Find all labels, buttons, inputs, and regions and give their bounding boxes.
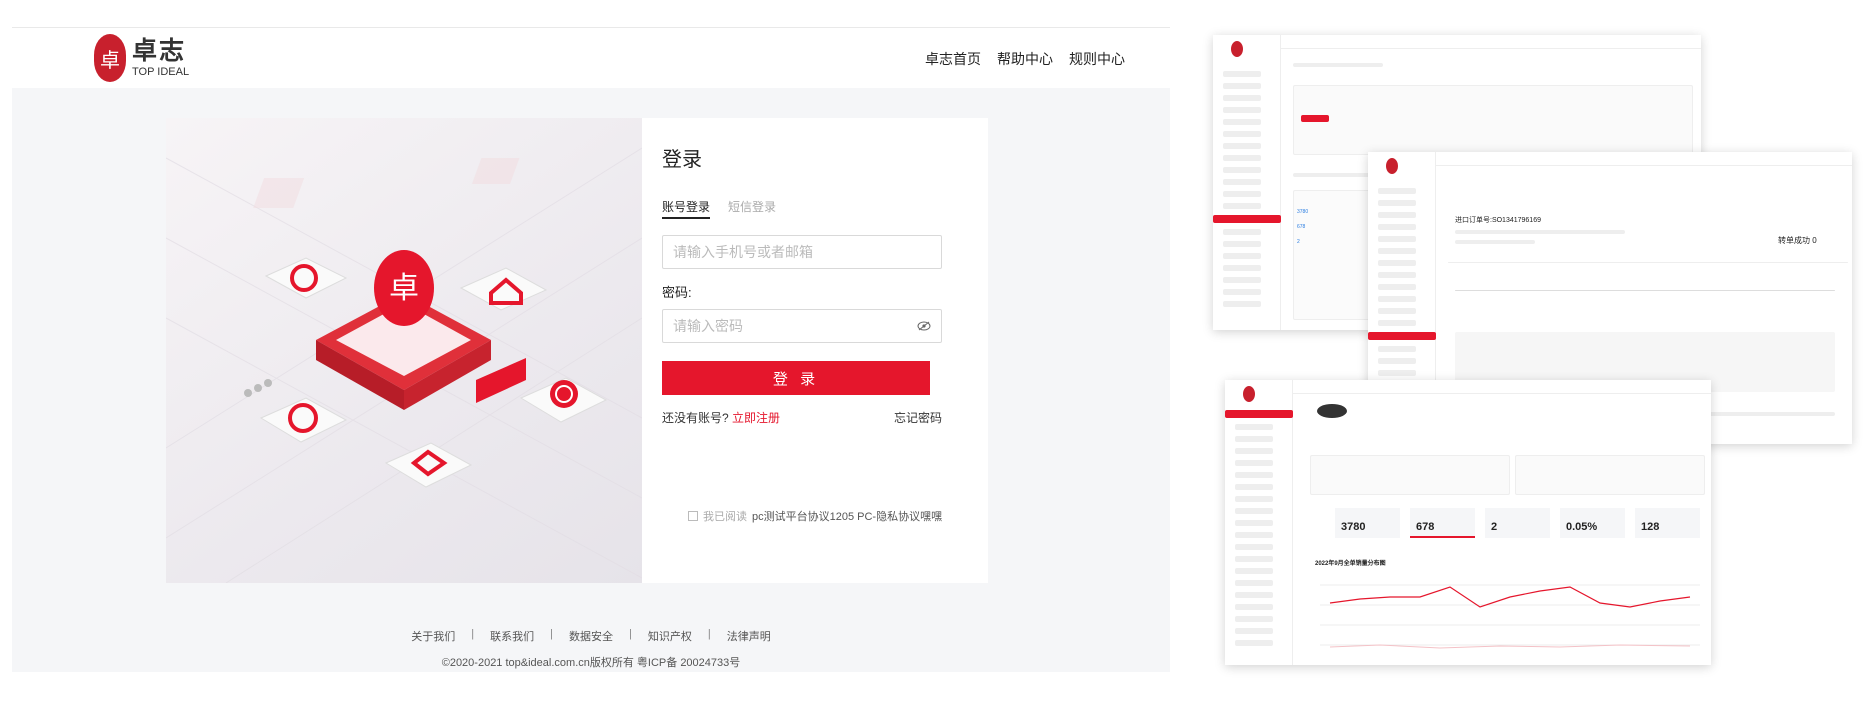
nav-help[interactable]: 帮助中心 xyxy=(997,49,1053,69)
logo-name-cn: 卓志 xyxy=(132,36,187,65)
isometric-illustration: 卓 xyxy=(166,118,642,583)
footer-link-legal[interactable]: 法律声明 xyxy=(727,628,771,644)
tab-sms-login[interactable]: 短信登录 xyxy=(728,198,776,219)
footer-links: 关于我们 | 联系我们 | 数据安全 | 知识产权 | 法律声明 xyxy=(411,628,771,644)
logo[interactable]: 卓 卓志 TOP IDEAL xyxy=(94,34,189,82)
kpi-5: 128 xyxy=(1641,521,1660,533)
preview1-stat-1: 3780 xyxy=(1297,209,1309,215)
logo-name-en: TOP IDEAL xyxy=(132,65,190,78)
login-card: 卓 登录 账号登录 短信登录 请输入手机号或者邮箱 密码: 请输入密码 登 录 … xyxy=(166,118,988,583)
register-link[interactable]: 立即注册 xyxy=(732,411,780,425)
footer-link-contact[interactable]: 联系我们 xyxy=(490,628,534,644)
login-button[interactable]: 登 录 xyxy=(662,361,930,395)
center-block: 卓 xyxy=(316,250,491,410)
password-input[interactable]: 请输入密码 xyxy=(662,309,942,343)
preview3-line-chart xyxy=(1320,584,1700,649)
preview-logo-icon xyxy=(1231,41,1243,57)
account-placeholder: 请输入手机号或者邮箱 xyxy=(673,244,813,260)
password-placeholder: 请输入密码 xyxy=(673,318,743,334)
password-label: 密码: xyxy=(662,285,692,300)
login-form: 登录 账号登录 短信登录 请输入手机号或者邮箱 密码: 请输入密码 登 录 还没… xyxy=(642,118,988,583)
account-input[interactable]: 请输入手机号或者邮箱 xyxy=(662,235,942,269)
kpi-2: 678 xyxy=(1416,521,1435,533)
eye-hidden-icon[interactable] xyxy=(917,318,931,334)
preview2-title: 进口订单号:SO1341796169 xyxy=(1455,217,1541,224)
no-account-text: 还没有账号? xyxy=(662,411,729,425)
nav-home[interactable]: 卓志首页 xyxy=(925,49,981,69)
agree-checkbox[interactable] xyxy=(688,511,698,521)
copyright: ©2020-2021 top&ideal.com.cn版权所有 粤ICP备 20… xyxy=(441,657,741,669)
login-page: 卓 卓志 TOP IDEAL 卓志首页 帮助中心 规则中心 卓 登录 账号登录 … xyxy=(12,27,1170,672)
logo-mark: 卓 xyxy=(94,34,126,82)
login-tabs: 账号登录 短信登录 xyxy=(662,198,968,219)
kpi-3: 2 xyxy=(1491,521,1498,533)
illustration-svg: 卓 xyxy=(166,147,642,583)
preview2-count: 0 xyxy=(1812,236,1817,245)
footer-link-about[interactable]: 关于我们 xyxy=(411,628,455,644)
preview3-logo-icon xyxy=(1243,386,1255,402)
agreement-link[interactable]: pc测试平台协议1205 PC-隐私协议嘿嘿 xyxy=(752,508,942,524)
register-row: 还没有账号? 立即注册 忘记密码 xyxy=(662,409,942,426)
preview-screenshot-dashboard: 3780 678 2 0.05% 128 2022年9月全单销量分布图 xyxy=(1225,380,1711,665)
tab-account-login[interactable]: 账号登录 xyxy=(662,198,711,219)
preview1-stat-3: 2 xyxy=(1297,239,1300,245)
preview1-stat-2: 678 xyxy=(1297,224,1306,230)
agreement-row: 我已阅读 pc测试平台协议1205 PC-隐私协议嘿嘿 xyxy=(688,508,942,524)
header: 卓 卓志 TOP IDEAL 卓志首页 帮助中心 规则中心 xyxy=(12,28,1170,88)
forgot-password-link[interactable]: 忘记密码 xyxy=(894,409,942,426)
preview2-status: 转单成功 xyxy=(1778,236,1810,245)
nav-rules[interactable]: 规则中心 xyxy=(1069,49,1125,69)
footer-link-ip[interactable]: 知识产权 xyxy=(648,628,692,644)
preview3-chart-title: 2022年9月全单销量分布图 xyxy=(1315,561,1386,567)
top-nav: 卓志首页 帮助中心 规则中心 xyxy=(925,49,1125,69)
footer-link-security[interactable]: 数据安全 xyxy=(569,628,613,644)
preview2-logo-icon xyxy=(1386,158,1398,174)
login-title: 登录 xyxy=(662,149,702,171)
kpi-4: 0.05% xyxy=(1566,521,1598,533)
svg-text:卓: 卓 xyxy=(389,271,419,306)
kpi-1: 3780 xyxy=(1341,521,1366,533)
agree-prefix: 我已阅读 xyxy=(703,511,747,523)
